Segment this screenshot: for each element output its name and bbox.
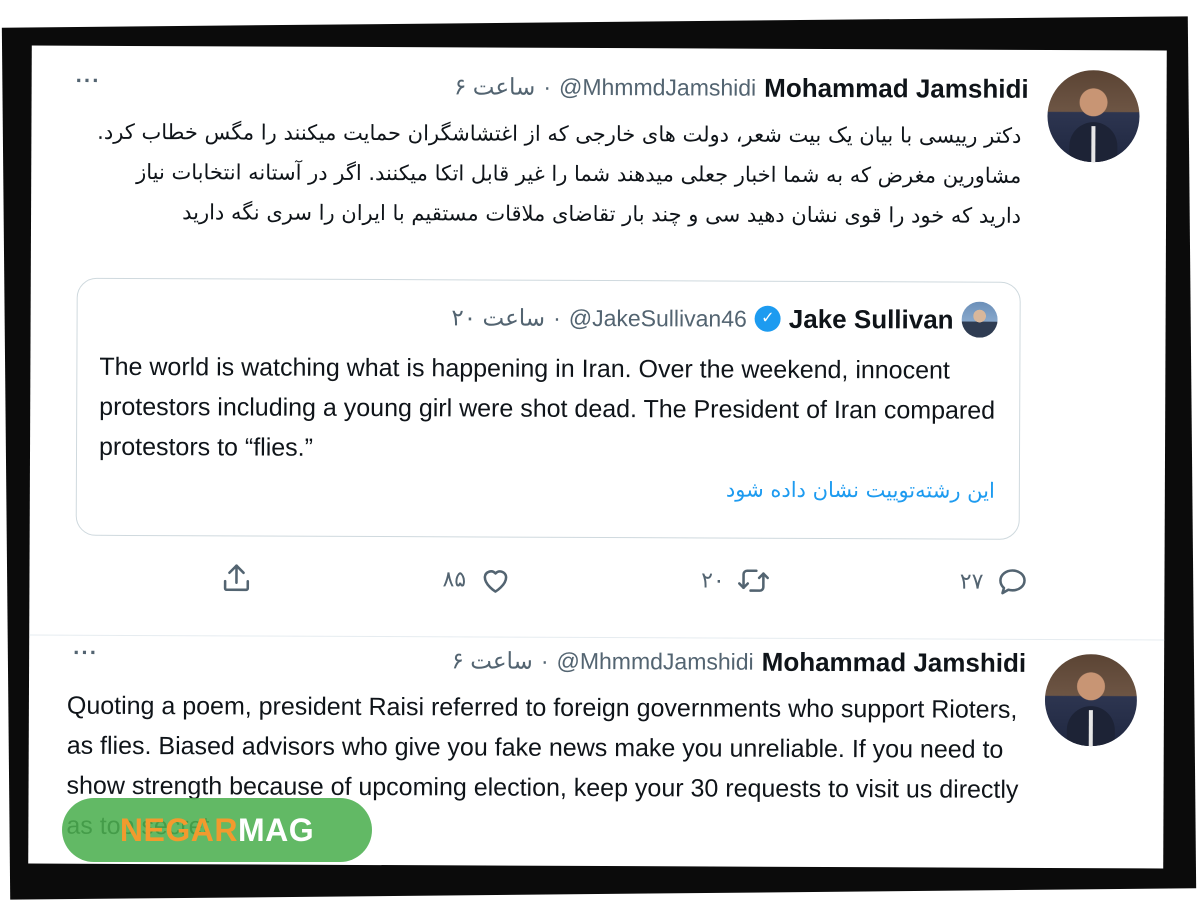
watermark-part-2: MAG xyxy=(237,811,315,848)
avatar[interactable] xyxy=(1044,653,1138,747)
author-name[interactable]: Mohammad Jamshidi xyxy=(762,646,1027,678)
quoted-tweet-time[interactable]: ۲۰ ساعت xyxy=(451,304,545,331)
screenshot-card: ··· ۶ ساعت · @MhmmdJamshidi Mohammad Jam… xyxy=(28,45,1167,869)
separator-dot: · xyxy=(540,647,549,674)
quoted-tweet-text: The world is watching what is happening … xyxy=(98,352,996,462)
avatar[interactable] xyxy=(1047,69,1140,163)
tweet-header: ۶ ساعت · @MhmmdJamshidi Mohammad Jamshid… xyxy=(451,643,1026,680)
tweet-time[interactable]: ۶ ساعت xyxy=(451,647,532,674)
quoted-tweet-header: Jake Sullivan ✓ @JakeSullivan46 ۲۰ ساعت … xyxy=(451,300,998,338)
more-options-icon[interactable]: ··· xyxy=(76,68,101,94)
quoted-avatar[interactable] xyxy=(961,301,998,338)
like-button[interactable]: ۸۵ xyxy=(442,562,512,596)
more-options-icon[interactable]: ··· xyxy=(73,640,98,666)
tweet-actions: ۸۵ ۲۰ ۲۷ xyxy=(219,556,1029,604)
separator-dot: · xyxy=(543,73,552,100)
retweet-count: ۲۰ xyxy=(701,567,725,594)
reply-icon xyxy=(999,569,1026,595)
watermark-part-1: NEGAR xyxy=(119,811,238,848)
share-icon xyxy=(223,564,250,592)
quoted-tweet[interactable]: Jake Sullivan ✓ @JakeSullivan46 ۲۰ ساعت … xyxy=(75,277,1021,540)
tweet-time[interactable]: ۶ ساعت xyxy=(454,73,535,100)
reply-count: ۲۷ xyxy=(959,569,984,595)
site-watermark-logo: NEGAR MAG xyxy=(62,798,372,862)
separator-dot: · xyxy=(553,304,561,331)
quoted-author-handle[interactable]: @JakeSullivan46 xyxy=(569,304,747,332)
tweet-text: دکتر رییسی با بیان یک بیت شعر، دولت های … xyxy=(97,119,1022,228)
author-handle[interactable]: @MhmmdJamshidi xyxy=(556,647,753,675)
quoted-author-name[interactable]: Jake Sullivan xyxy=(789,303,954,335)
verified-badge-icon: ✓ xyxy=(754,305,781,332)
retweet-icon xyxy=(738,569,770,592)
retweet-button[interactable]: ۲۰ xyxy=(701,563,771,597)
like-count: ۸۵ xyxy=(442,566,467,592)
show-thread-link[interactable]: این رشته‌توییت نشان داده شود xyxy=(726,478,995,503)
tweet-header: ۶ ساعت · @MhmmdJamshidi Mohammad Jamshid… xyxy=(454,69,1029,106)
reply-button[interactable]: ۲۷ xyxy=(960,565,1030,599)
share-button[interactable] xyxy=(219,561,253,595)
author-handle[interactable]: @MhmmdJamshidi xyxy=(559,73,756,101)
like-icon xyxy=(483,570,508,593)
author-name[interactable]: Mohammad Jamshidi xyxy=(764,72,1029,104)
tweet[interactable]: ··· ۶ ساعت · @MhmmdJamshidi Mohammad Jam… xyxy=(29,45,1167,641)
